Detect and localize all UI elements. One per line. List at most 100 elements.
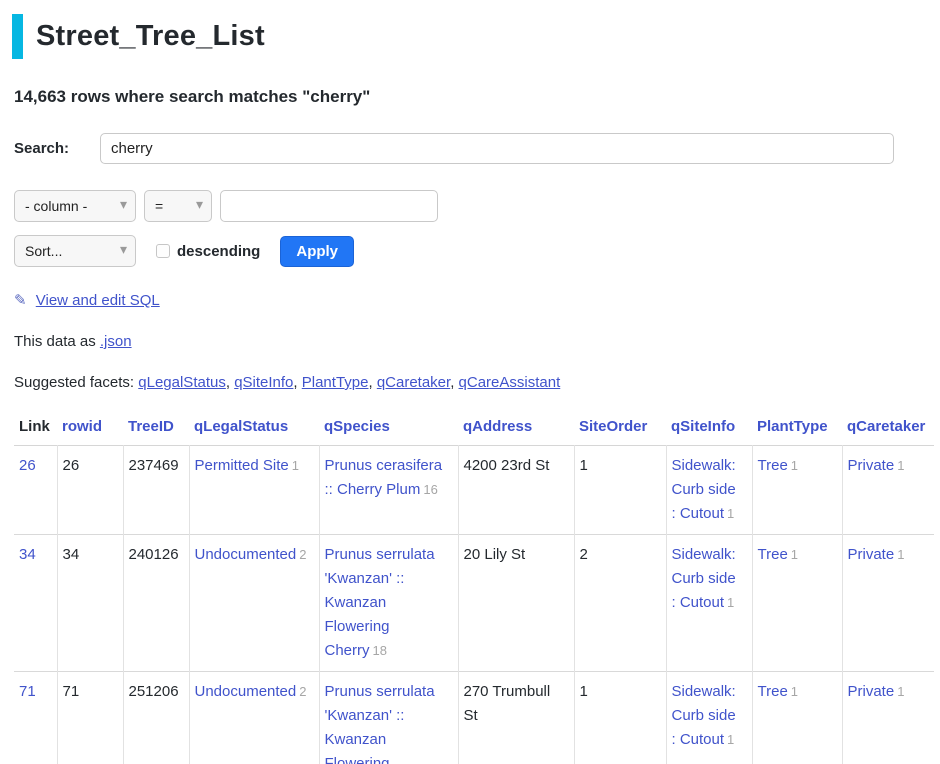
page-header: Street_Tree_List (12, 14, 930, 59)
page: Street_Tree_List 14,663 rows where searc… (0, 0, 940, 764)
cell-site-order: 1 (574, 446, 666, 535)
accent-bar (12, 14, 23, 59)
facet-separator: , (293, 374, 301, 391)
facet-count: 1 (292, 458, 299, 473)
search-form: Search: (14, 133, 930, 164)
row-count-summary: 14,663 rows where search matches "cherry… (14, 87, 930, 107)
facet-count: 1 (897, 547, 904, 562)
facet-link-qcareassistant[interactable]: qCareAssistant (459, 374, 561, 391)
column-header-treeid[interactable]: TreeID (128, 418, 174, 435)
filter-value-input[interactable] (220, 190, 438, 222)
species-link[interactable]: Prunus serrulata 'Kwanzan' :: Kwanzan Fl… (325, 683, 435, 764)
facets-label: Suggested facets: (14, 374, 134, 391)
column-select-wrap: - column - (14, 190, 136, 222)
cell-site-order: 1 (574, 672, 666, 764)
cell-legal-status: Undocumented2 (189, 535, 319, 672)
table-row: 26 26 237469 Permitted Site1 Prunus cera… (14, 446, 934, 535)
cell-legal-status: Undocumented2 (189, 672, 319, 764)
cell-site-info: Sidewalk: Curb side : Cutout1 (666, 672, 752, 764)
filter-column-select[interactable]: - column - (14, 190, 136, 222)
cell-address: 4200 23rd St (458, 446, 574, 535)
cell-species: Prunus cerasifera :: Cherry Plum16 (319, 446, 458, 535)
caretaker-link[interactable]: Private (848, 546, 895, 563)
row-link[interactable]: 26 (19, 457, 36, 474)
cell-site-order: 2 (574, 535, 666, 672)
results-table: Link rowid TreeID qLegalStatus qSpecies … (14, 415, 934, 764)
cell-link: 71 (14, 672, 57, 764)
legal-status-link[interactable]: Permitted Site (195, 457, 289, 474)
cell-address: 270 Trumbull St (458, 672, 574, 764)
descending-label: descending (177, 243, 260, 260)
caretaker-link[interactable]: Private (848, 457, 895, 474)
cell-rowid: 26 (57, 446, 123, 535)
facet-count: 1 (791, 547, 798, 562)
cell-treeid: 251206 (123, 672, 189, 764)
data-as-label: This data as (14, 333, 96, 350)
plant-type-link[interactable]: Tree (758, 683, 788, 700)
facet-link-qcaretaker[interactable]: qCaretaker (377, 374, 450, 391)
op-select-wrap: = (136, 190, 212, 222)
row-link[interactable]: 71 (19, 683, 36, 700)
facet-count: 1 (727, 506, 734, 521)
facet-count: 1 (897, 684, 904, 699)
descending-checkbox[interactable] (156, 244, 170, 258)
facet-link-qsiteinfo[interactable]: qSiteInfo (234, 374, 293, 391)
facet-link-planttype[interactable]: PlantType (302, 374, 369, 391)
column-header-qaddress[interactable]: qAddress (463, 418, 532, 435)
cell-site-info: Sidewalk: Curb side : Cutout1 (666, 535, 752, 672)
facet-link-qlegalstatus[interactable]: qLegalStatus (138, 374, 226, 391)
data-export-line: This data as .json (14, 333, 930, 350)
column-header-qspecies[interactable]: qSpecies (324, 418, 390, 435)
search-input[interactable] (100, 133, 894, 164)
column-header-planttype[interactable]: PlantType (757, 418, 828, 435)
legal-status-link[interactable]: Undocumented (195, 546, 297, 563)
cell-rowid: 34 (57, 535, 123, 672)
column-header-rowid[interactable]: rowid (62, 418, 102, 435)
facet-count: 16 (423, 482, 437, 497)
cell-caretaker: Private1 (842, 446, 934, 535)
facet-count: 1 (727, 732, 734, 747)
column-header-qlegalstatus[interactable]: qLegalStatus (194, 418, 288, 435)
filter-operator-select[interactable]: = (144, 190, 212, 222)
column-header-link: Link (14, 415, 57, 446)
facet-separator: , (368, 374, 376, 391)
cell-caretaker: Private1 (842, 535, 934, 672)
cell-treeid: 240126 (123, 535, 189, 672)
column-header-qsiteinfo[interactable]: qSiteInfo (671, 418, 735, 435)
caretaker-link[interactable]: Private (848, 683, 895, 700)
legal-status-link[interactable]: Undocumented (195, 683, 297, 700)
sort-select[interactable]: Sort... (14, 235, 136, 267)
sql-link-line: ✎ View and edit SQL (14, 291, 930, 309)
cell-rowid: 71 (57, 672, 123, 764)
cell-species: Prunus serrulata 'Kwanzan' :: Kwanzan Fl… (319, 535, 458, 672)
cell-address: 20 Lily St (458, 535, 574, 672)
column-header-siteorder[interactable]: SiteOrder (579, 418, 647, 435)
facet-count: 1 (791, 684, 798, 699)
table-row: 34 34 240126 Undocumented2 Prunus serrul… (14, 535, 934, 672)
facet-count: 18 (373, 643, 387, 658)
facet-count: 1 (791, 458, 798, 473)
search-label: Search: (14, 140, 100, 157)
apply-button[interactable]: Apply (280, 236, 354, 267)
table-row: 71 71 251206 Undocumented2 Prunus serrul… (14, 672, 934, 764)
sort-row: Sort... descending Apply (14, 235, 930, 267)
facet-count: 1 (727, 595, 734, 610)
facet-count: 1 (897, 458, 904, 473)
row-link[interactable]: 34 (19, 546, 36, 563)
facet-separator: , (226, 374, 234, 391)
cell-site-info: Sidewalk: Curb side : Cutout1 (666, 446, 752, 535)
table-header-row: Link rowid TreeID qLegalStatus qSpecies … (14, 415, 934, 446)
pencil-icon: ✎ (14, 291, 27, 309)
cell-caretaker: Private1 (842, 672, 934, 764)
facet-count: 2 (299, 684, 306, 699)
column-header-qcaretaker[interactable]: qCaretaker (847, 418, 925, 435)
suggested-facets-line: Suggested facets: qLegalStatus, qSiteInf… (14, 374, 930, 391)
cell-link: 26 (14, 446, 57, 535)
json-export-link[interactable]: .json (100, 333, 132, 350)
view-edit-sql-link[interactable]: View and edit SQL (36, 292, 160, 309)
sort-select-wrap: Sort... (14, 235, 136, 267)
plant-type-link[interactable]: Tree (758, 546, 788, 563)
plant-type-link[interactable]: Tree (758, 457, 788, 474)
cell-plant-type: Tree1 (752, 535, 842, 672)
cell-plant-type: Tree1 (752, 446, 842, 535)
